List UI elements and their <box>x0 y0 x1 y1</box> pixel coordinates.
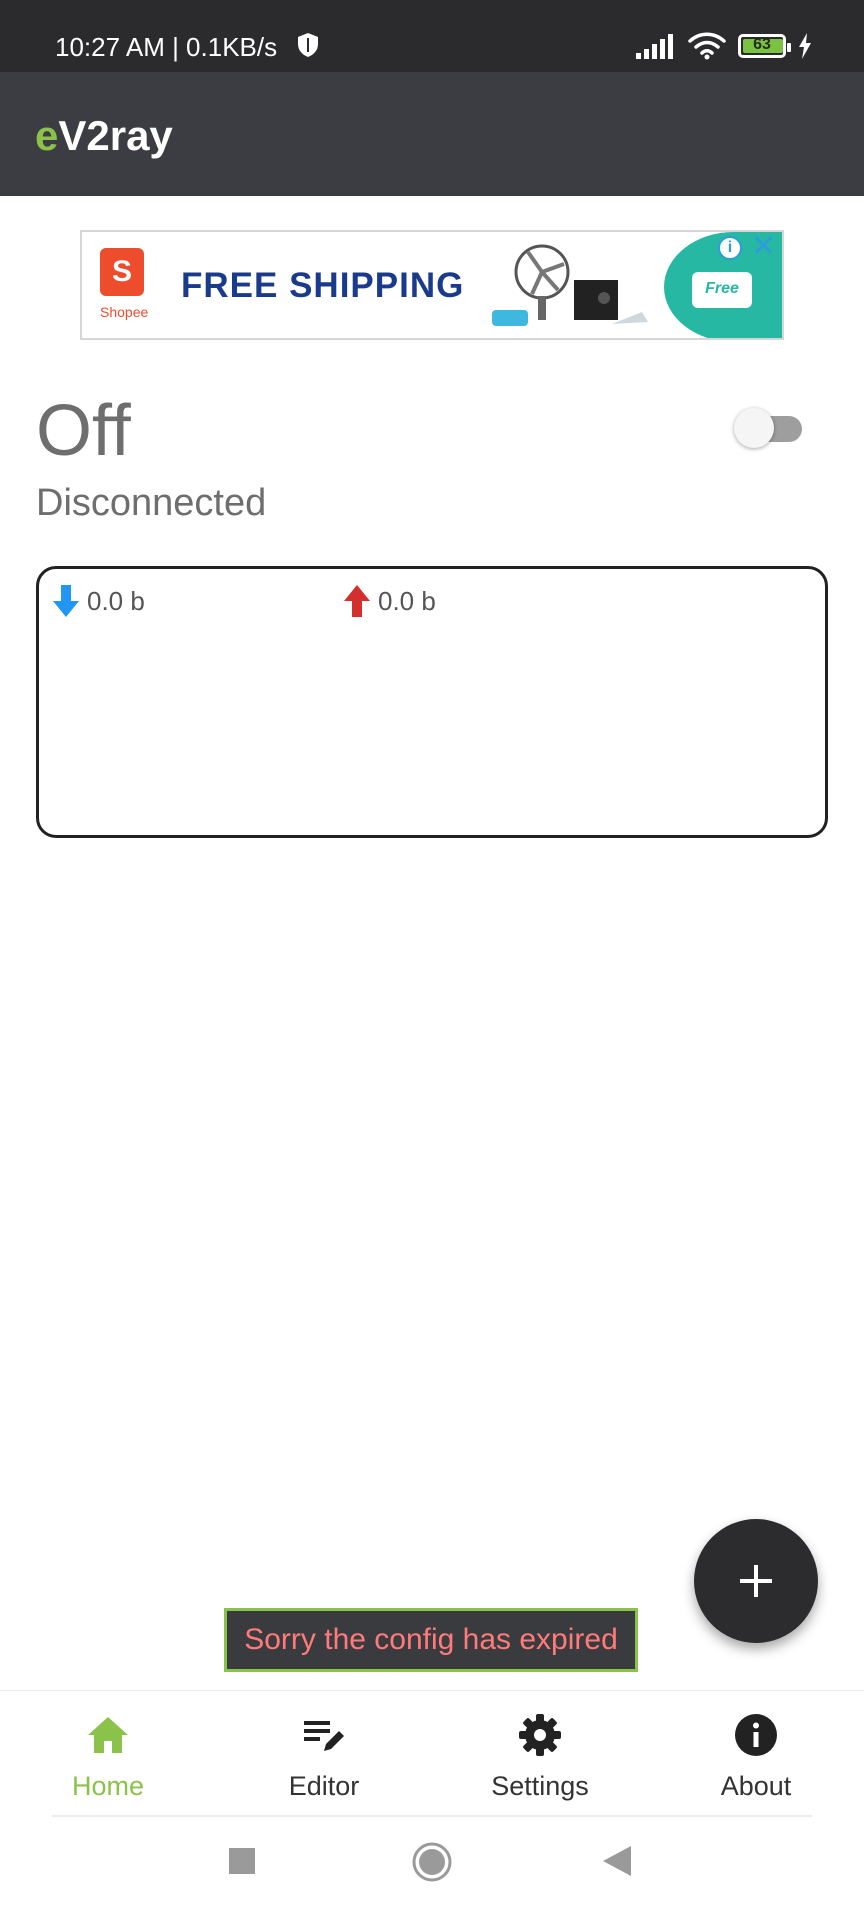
battery-indicator: 63 <box>738 34 791 58</box>
recents-button-icon[interactable] <box>229 1848 255 1874</box>
upload-arrow-icon <box>344 585 370 617</box>
status-bar: 10:27 AM | 0.1KB/s 63 <box>0 0 864 72</box>
ad-headline: FREE SHIPPING <box>181 266 465 305</box>
nav-item-editor[interactable]: Editor <box>216 1711 432 1802</box>
wifi-icon <box>688 32 726 60</box>
nav-label-home: Home <box>71 1771 145 1801</box>
info-icon <box>735 1714 777 1756</box>
download-value: 0.0 b <box>87 585 145 616</box>
connection-toggle[interactable] <box>734 406 804 448</box>
upload-stat: 0.0 b <box>344 585 436 617</box>
nav-item-settings[interactable]: Settings <box>432 1711 648 1802</box>
bottom-nav: Home Editor Settings About <box>0 1690 864 1817</box>
download-stat: 0.0 b <box>53 585 145 617</box>
download-arrow-icon <box>53 585 79 617</box>
ad-banner[interactable]: S Shopee FREE SHIPPING Free i ✕ <box>80 230 784 340</box>
nav-label-editor: Editor <box>288 1771 360 1801</box>
ad-info-icon[interactable]: i <box>718 236 742 260</box>
home-icon <box>88 1717 128 1753</box>
ad-brand: Shopee <box>100 304 149 320</box>
ad-close-icon[interactable]: ✕ <box>751 232 776 262</box>
nav-label-settings: Settings <box>491 1771 589 1801</box>
home-button-icon[interactable] <box>411 1841 453 1883</box>
status-indicators: 63 <box>636 30 812 62</box>
charging-icon <box>799 33 811 59</box>
nav-item-home[interactable]: Home <box>0 1711 216 1802</box>
edit-icon <box>304 1721 344 1751</box>
nav-item-about[interactable]: About <box>648 1711 864 1802</box>
signal-icon <box>636 34 673 59</box>
ad-product-image <box>492 244 648 326</box>
status-time: 10:27 AM | 0.1KB/s <box>55 32 278 62</box>
shopee-logo: S <box>100 248 144 296</box>
nav-label-about: About <box>720 1771 792 1801</box>
app-bar: eV2ray <box>0 72 864 196</box>
add-config-button[interactable] <box>694 1519 818 1643</box>
traffic-panel: 0.0 b 0.0 b <box>36 566 828 838</box>
plus-icon <box>740 1565 772 1597</box>
connection-state: Off <box>36 391 131 471</box>
upload-value: 0.0 b <box>378 585 436 616</box>
snackbar-message: Sorry the config has expired <box>224 1608 638 1672</box>
connection-status: Disconnected <box>36 482 267 524</box>
app-title: eV2ray <box>35 112 173 159</box>
system-nav-bar <box>0 1817 864 1920</box>
battery-level: 63 <box>753 36 771 53</box>
shield-icon <box>298 33 318 57</box>
gear-icon <box>519 1714 561 1756</box>
back-button-icon[interactable] <box>603 1846 631 1876</box>
